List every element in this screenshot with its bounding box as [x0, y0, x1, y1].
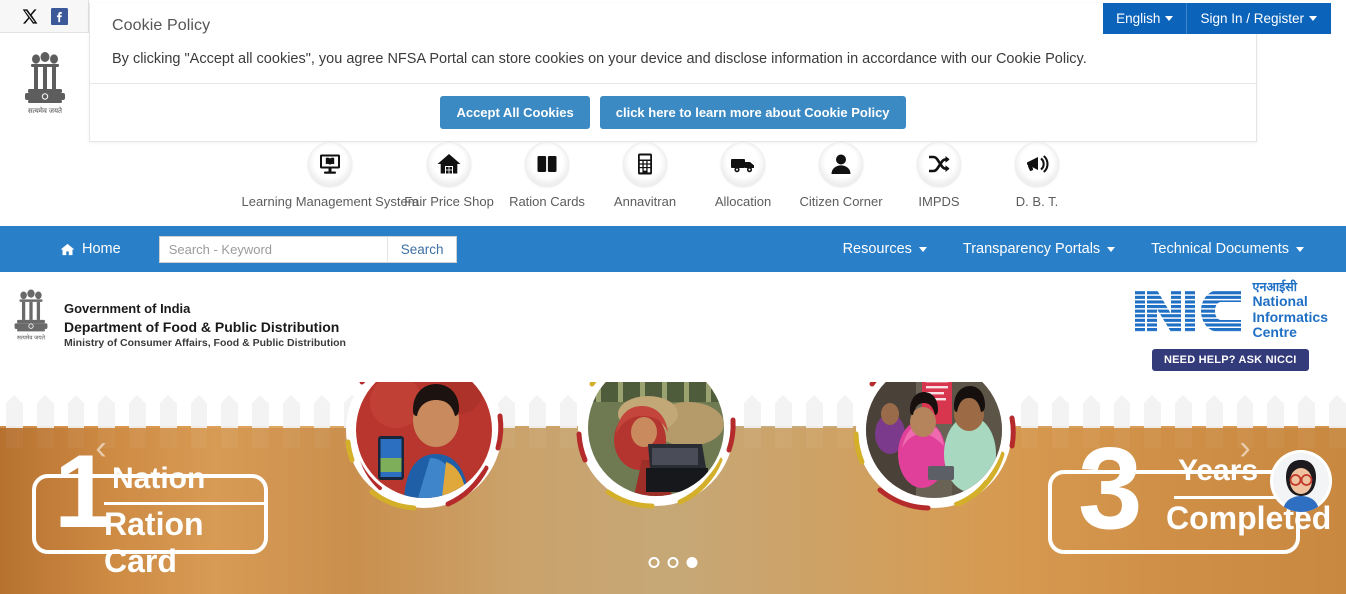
need-help-ask-nicci-button[interactable]: NEED HELP? ASK NICCI: [1151, 349, 1309, 372]
carousel-medallion-woman-laptop: [568, 382, 744, 516]
home-icon: [60, 243, 75, 255]
chevron-down-icon: [1107, 246, 1116, 252]
nav-menu-label: Technical Documents: [1151, 241, 1289, 257]
open-book-icon: [525, 142, 569, 186]
slogan-right-number: 3: [1078, 423, 1143, 553]
hero-slogan-right: 3 Years Completed: [1048, 430, 1332, 562]
carousel-dots: [648, 557, 698, 568]
slogan-left-word-1: Nation: [112, 462, 206, 495]
branding-line-2: Department of Food & Public Distribution: [64, 318, 340, 335]
national-emblem: सत्यमेव जयते: [0, 33, 89, 133]
branding-row: सत्यमेव जयते Government of India Departm…: [0, 272, 1346, 382]
hero-carousel: 1 Nation Ration Card 3 Years Completed ‹…: [0, 382, 1346, 594]
social-links-strip: [0, 0, 89, 33]
quicklink-annavitran[interactable]: Annavitran: [596, 142, 694, 209]
chevron-down-icon: [1296, 246, 1304, 252]
branding-line-3: Ministry of Consumer Affairs, Food & Pub…: [64, 337, 346, 350]
language-label: English: [1116, 11, 1161, 26]
quick-links-nav: Learning Management System Fair Price Sh…: [0, 142, 1346, 226]
quicklink-label: Fair Price Shop: [404, 194, 494, 209]
emblem-caption: सत्यमेव जयते: [17, 334, 46, 342]
carousel-dot[interactable]: [686, 557, 698, 568]
quicklink-fair-price-shop[interactable]: Fair Price Shop: [400, 142, 498, 209]
nic-line-3: Centre: [1252, 324, 1297, 341]
cookie-policy-title: Cookie Policy: [112, 17, 211, 34]
cookie-policy-actions: Accept All Cookies click here to learn m…: [90, 84, 1256, 141]
nav-menu-group: Resources Transparency Portals Technical…: [825, 241, 1322, 257]
nav-menu-label: Transparency Portals: [962, 241, 1101, 257]
nic-hindi-label: एनआईसी: [1252, 280, 1297, 294]
quicklink-label: IMPDS: [918, 194, 960, 209]
quicklink-ration-cards[interactable]: Ration Cards: [498, 142, 596, 209]
slogan-left-word-2: Ration Card: [104, 506, 204, 579]
branding-line-1: Government of India: [64, 301, 191, 316]
branding-text: Government of India Department of Food &…: [64, 286, 346, 351]
main-navigation-bar: Home Search Resources Transparency Porta…: [0, 226, 1346, 272]
carousel-prev-button[interactable]: ‹: [88, 428, 114, 468]
nav-home-link[interactable]: Home: [60, 241, 121, 257]
quicklink-dbt[interactable]: D. B. T.: [988, 142, 1086, 209]
carousel-dot[interactable]: [667, 557, 679, 568]
national-emblem-small: सत्यमेव जयते: [14, 289, 48, 342]
accept-all-cookies-button[interactable]: Accept All Cookies: [440, 96, 590, 130]
page-root: सत्यमेव जयते Cookie Policy By clicking "…: [0, 0, 1346, 594]
carousel-dot[interactable]: [648, 557, 660, 568]
chevron-down-icon: [918, 246, 927, 252]
learn-more-cookie-policy-button[interactable]: click here to learn more about Cookie Po…: [599, 96, 906, 130]
emblem-caption: सत्यमेव जयते: [27, 106, 62, 115]
calculator-icon: [623, 142, 667, 186]
carousel-medallion-shop-counter: [846, 382, 1022, 518]
nav-menu-label: Resources: [842, 241, 912, 257]
quicklink-label: Learning Management System: [241, 194, 419, 209]
shuffle-icon: [917, 142, 961, 186]
hero-slogan-left: 1 Nation Ration Card: [18, 440, 278, 579]
nic-logo-mark: [1134, 289, 1241, 332]
header-utility-bar: English Sign In / Register: [1103, 3, 1331, 34]
nav-menu-resources[interactable]: Resources: [825, 241, 945, 257]
quicklink-citizen-corner[interactable]: Citizen Corner: [792, 142, 890, 209]
megaphone-icon: [1015, 142, 1059, 186]
nic-line-1: National: [1252, 293, 1308, 309]
signin-register-button[interactable]: Sign In / Register: [1187, 3, 1331, 34]
slogan-left-divider: [104, 502, 264, 505]
truck-icon: [721, 142, 765, 186]
quicklink-label: Ration Cards: [509, 194, 585, 209]
language-selector[interactable]: English: [1103, 3, 1188, 34]
avatar: [1270, 450, 1332, 512]
quicklink-impds[interactable]: IMPDS: [890, 142, 988, 209]
quicklink-label: D. B. T.: [1015, 194, 1059, 209]
twitter-x-icon[interactable]: [19, 6, 39, 26]
cookie-policy-message: By clicking "Accept all cookies", you ag…: [90, 45, 1256, 85]
quicklink-learning-management-system[interactable]: Learning Management System: [241, 142, 419, 209]
nav-menu-transparency-portals[interactable]: Transparency Portals: [945, 241, 1133, 257]
carousel-next-button[interactable]: ›: [1232, 428, 1258, 468]
quicklink-allocation[interactable]: Allocation: [694, 142, 792, 209]
signin-label: Sign In / Register: [1200, 11, 1304, 26]
person-icon: [819, 142, 863, 186]
nav-home-label: Home: [82, 241, 121, 257]
nic-logo: एनआईसी National Informatics Centre: [1133, 280, 1328, 341]
cookie-policy-banner: Cookie Policy By clicking "Accept all co…: [89, 3, 1257, 143]
carousel-medallion-woman-phone: [336, 382, 512, 518]
facebook-icon[interactable]: [49, 6, 69, 26]
quicklink-label: Allocation: [714, 194, 772, 209]
house-icon: [427, 142, 471, 186]
nav-menu-technical-documents[interactable]: Technical Documents: [1133, 241, 1322, 257]
quicklink-label: Citizen Corner: [799, 194, 883, 209]
search-button[interactable]: Search: [386, 235, 458, 263]
nic-line-2: Informatics: [1252, 308, 1328, 325]
nic-text-block: एनआईसी National Informatics Centre: [1253, 280, 1328, 341]
site-search: Search: [158, 235, 458, 263]
monitor-book-icon: [308, 142, 352, 186]
nic-branding: एनआईसी National Informatics Centre NEED …: [1133, 280, 1328, 372]
government-branding: सत्यमेव जयते Government of India Departm…: [8, 286, 346, 351]
chevron-down-icon: [1165, 16, 1174, 21]
chevron-down-icon: [1309, 16, 1317, 21]
quicklink-label: Annavitran: [613, 194, 677, 209]
search-input[interactable]: [158, 235, 387, 263]
